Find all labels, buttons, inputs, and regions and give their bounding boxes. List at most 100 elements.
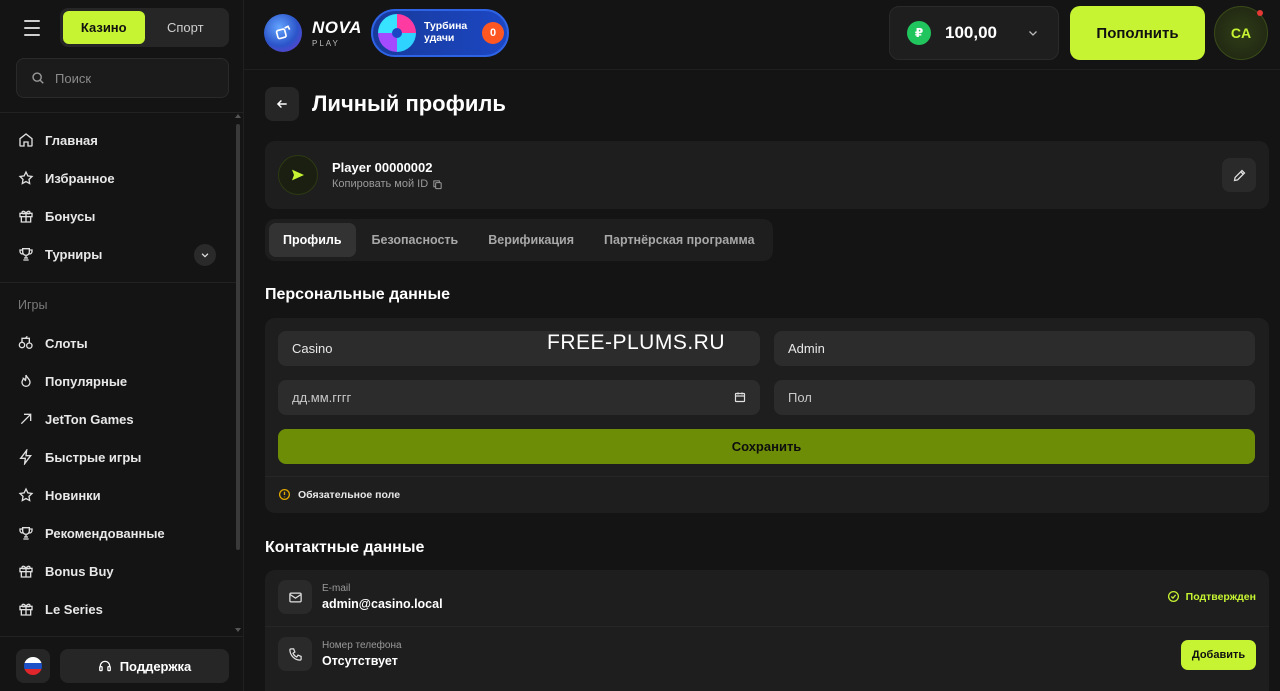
scroll-up-arrow[interactable]	[235, 114, 241, 118]
chevron-down-icon	[1029, 31, 1037, 36]
email-value: admin@casino.local	[322, 597, 443, 611]
last-name-input[interactable]	[788, 341, 1255, 356]
sidebar-item-tournaments[interactable]: Турниры	[0, 235, 236, 273]
support-label: Поддержка	[119, 658, 192, 674]
copy-id-label: Копировать мой ID	[332, 178, 429, 190]
home-icon	[19, 133, 33, 147]
tab-affiliate[interactable]: Партнёрская программа	[590, 223, 769, 257]
top-header: NOVA PLAY Турбина удачи 0 ₽ 100,00 Попол…	[244, 0, 1280, 70]
sidebar-item-label: Слоты	[45, 335, 88, 351]
sidebar-item-label: Популярные	[45, 373, 128, 389]
sidebar-item-fast-games[interactable]: Быстрые игры	[0, 438, 236, 476]
required-note: Обязательное поле	[278, 488, 400, 501]
arrow-left-icon	[276, 99, 287, 109]
first-name-field[interactable]	[278, 331, 760, 366]
first-name-input[interactable]	[292, 341, 760, 356]
sidebar-item-recommended[interactable]: Рекомендованные	[0, 514, 236, 552]
menu-icon[interactable]	[18, 19, 46, 37]
lightning-icon	[19, 449, 32, 465]
search-icon	[32, 72, 44, 84]
sidebar-item-favorites[interactable]: Избранное	[0, 159, 236, 197]
sidebar: Казино Спорт Главная Избранное Бонусы	[0, 0, 244, 691]
chevron-down-icon[interactable]	[194, 244, 216, 266]
language-button[interactable]	[16, 649, 50, 683]
gender-input[interactable]	[788, 390, 1255, 405]
calendar-icon[interactable]	[734, 391, 746, 403]
ruble-icon: ₽	[907, 21, 931, 45]
tab-casino[interactable]: Казино	[63, 11, 145, 44]
player-avatar	[278, 155, 318, 195]
sidebar-item-label: Le Series	[45, 601, 103, 617]
logo-icon	[264, 14, 302, 52]
gender-field[interactable]	[774, 380, 1255, 415]
phone-icon	[278, 637, 312, 671]
verified-label: Подтвержден	[1185, 590, 1256, 603]
games-heading: Игры	[18, 298, 48, 312]
turbine-label: Турбина удачи	[424, 20, 468, 44]
mail-icon	[278, 580, 312, 614]
turbine-count-badge: 0	[482, 22, 504, 44]
app-root: Казино Спорт Главная Избранное Бонусы	[0, 0, 1280, 691]
notification-dot	[1257, 10, 1263, 16]
back-button[interactable]	[265, 87, 299, 121]
sidebar-item-home[interactable]: Главная	[0, 121, 236, 159]
sidebar-games-nav: Игры Слоты Популярные JetTon Games Быстр…	[0, 286, 236, 628]
phone-row: Номер телефона Отсутствует Добавить	[265, 627, 1269, 683]
page-title: Личный профиль	[312, 91, 506, 116]
sidebar-item-jetton-games[interactable]: JetTon Games	[0, 400, 236, 438]
edit-profile-button[interactable]	[1222, 158, 1256, 192]
tab-verification[interactable]: Верификация	[474, 223, 588, 257]
gift-icon	[19, 603, 33, 616]
sidebar-item-slots[interactable]: Слоты	[0, 324, 236, 362]
copy-icon	[433, 179, 442, 189]
phone-label: Номер телефона	[322, 640, 402, 651]
sidebar-item-label: Турниры	[45, 246, 103, 262]
contact-data-card: E-mail admin@casino.local Подтвержден Но…	[265, 570, 1269, 691]
search-input[interactable]	[55, 70, 205, 86]
mode-switch: Казино Спорт	[60, 8, 229, 47]
email-verified-status: Подтвержден	[1167, 590, 1256, 603]
sidebar-divider	[0, 636, 243, 637]
sidebar-item-label: Избранное	[45, 170, 115, 186]
form-divider	[265, 476, 1269, 477]
sidebar-scrollbar[interactable]	[236, 124, 240, 550]
deposit-button[interactable]: Пополнить	[1070, 6, 1205, 60]
sidebar-item-new[interactable]: Новинки	[0, 476, 236, 514]
sidebar-item-popular[interactable]: Популярные	[0, 362, 236, 400]
logo[interactable]: NOVA PLAY	[264, 14, 362, 52]
birthdate-input[interactable]	[292, 390, 760, 405]
russia-flag-icon	[24, 657, 42, 675]
arrow-up-right-icon	[20, 413, 32, 425]
sidebar-item-label: JetTon Games	[45, 411, 134, 427]
sidebar-item-bonuses[interactable]: Бонусы	[0, 197, 236, 235]
required-note-label: Обязательное поле	[298, 488, 401, 501]
luck-turbine-button[interactable]: Турбина удачи 0	[371, 9, 509, 57]
save-button[interactable]: Сохранить	[278, 429, 1255, 464]
sidebar-item-label: Рекомендованные	[45, 525, 165, 541]
star-icon	[18, 170, 34, 185]
copy-id-link[interactable]: Копировать мой ID	[332, 178, 443, 190]
scroll-down-arrow[interactable]	[235, 628, 241, 632]
sidebar-item-label: Новинки	[45, 487, 101, 503]
balance-dropdown[interactable]: ₽ 100,00	[889, 6, 1059, 60]
tab-sport[interactable]: Спорт	[145, 11, 227, 44]
add-phone-button[interactable]: Добавить	[1181, 640, 1256, 670]
gift-icon	[19, 565, 33, 578]
last-name-field[interactable]	[774, 331, 1255, 366]
headset-icon	[98, 660, 111, 672]
trophy-icon	[19, 248, 33, 261]
contact-data-title: Контактные данные	[265, 539, 425, 556]
email-row: E-mail admin@casino.local Подтвержден	[265, 570, 1269, 627]
flame-icon	[21, 374, 31, 387]
tab-profile[interactable]: Профиль	[269, 223, 356, 257]
sidebar-item-label: Bonus Buy	[45, 563, 114, 579]
sidebar-item-bonus-buy[interactable]: Bonus Buy	[0, 552, 236, 590]
sidebar-item-le-series[interactable]: Le Series	[0, 590, 236, 628]
birthdate-field[interactable]	[278, 380, 760, 415]
logo-name: NOVA	[312, 17, 362, 37]
sidebar-item-label: Главная	[45, 132, 98, 148]
support-button[interactable]: Поддержка	[60, 649, 229, 683]
send-icon	[292, 169, 304, 181]
tab-security[interactable]: Безопасность	[358, 223, 473, 257]
warning-icon	[278, 488, 291, 501]
